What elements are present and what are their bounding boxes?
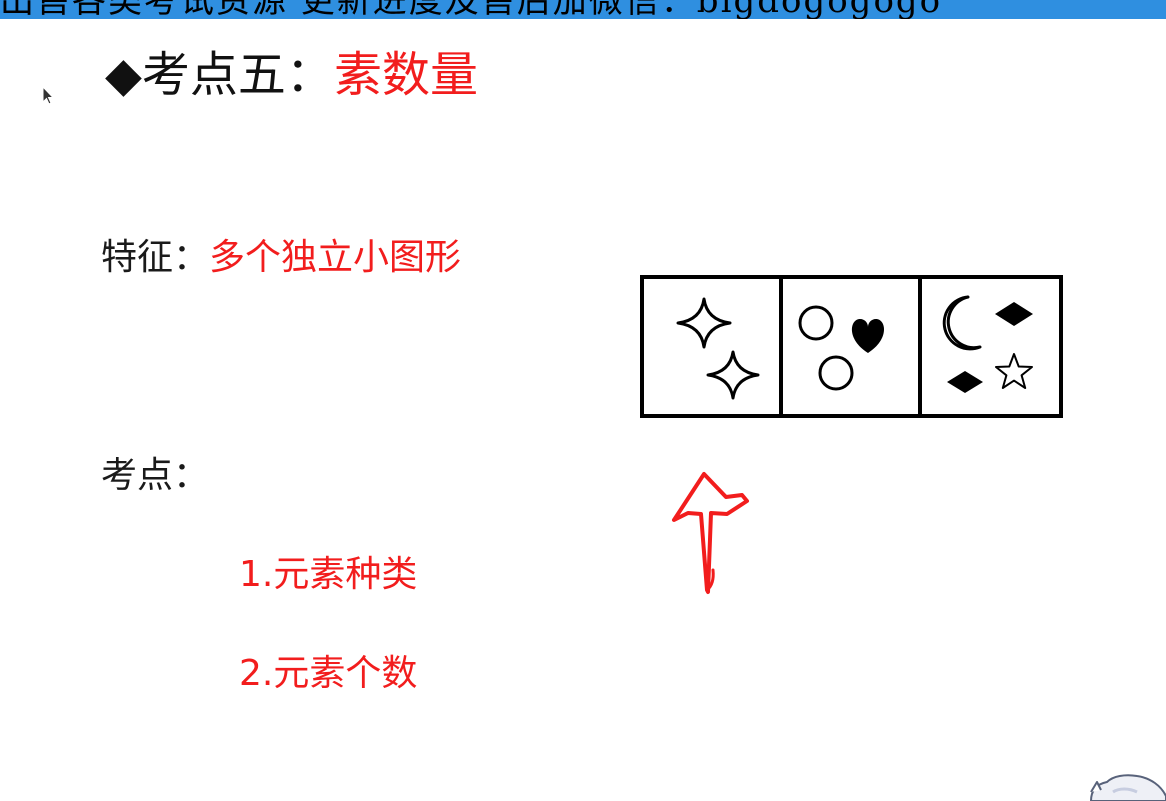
points-label: 考点：: [101, 455, 210, 496]
circle-icon: [818, 355, 854, 391]
title-highlight: 素数量: [333, 47, 478, 103]
mouse-pointer-icon: [42, 86, 54, 105]
feature-label: 特征：: [101, 237, 210, 278]
page-title: ◆考点五：素数量: [105, 44, 478, 106]
feature-value: 多个独立小图形: [209, 237, 462, 278]
mascot-corner-icon: [1089, 774, 1166, 801]
circle-icon: [798, 305, 834, 341]
point-item-2: 2.元素个数: [239, 653, 418, 694]
feature-line: 特征：多个独立小图形: [101, 234, 461, 282]
hand-drawn-arrow-icon: [672, 472, 749, 594]
banner-text: 出售各类考试资源 更新进度及售后加微信：bigdogogogo: [0, 0, 942, 19]
top-banner: 出售各类考试资源 更新进度及售后加微信：bigdogogogo: [0, 0, 1166, 19]
title-prefix: 考点五：: [141, 47, 334, 103]
point-item-1: 1.元素种类: [239, 554, 418, 595]
title-bullet: ◆: [105, 47, 142, 103]
example-figure: [640, 275, 1063, 418]
